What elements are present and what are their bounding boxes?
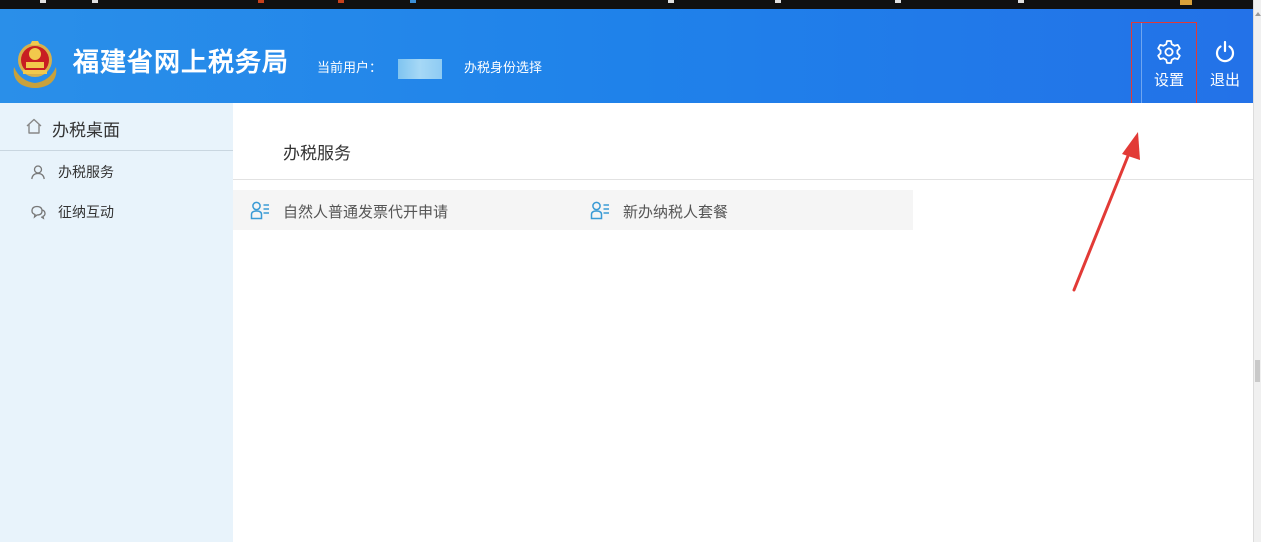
site-header: 福建省网上税务局 当前用户： 办税身份选择 设置 退出 <box>0 9 1253 124</box>
tax-emblem-icon <box>13 41 57 88</box>
logout-button[interactable]: 退出 <box>1197 35 1253 91</box>
section-title: 办税服务 <box>283 144 351 164</box>
vertical-scrollbar[interactable] <box>1253 0 1261 542</box>
main-content: 办税服务 自然人普通发票代开申请 新办纳税人套餐 <box>233 103 1253 542</box>
site-title: 福建省网上税务局 <box>73 48 290 78</box>
gear-icon <box>1157 40 1181 64</box>
sidebar-item-home[interactable]: 办税桌面 <box>0 103 233 151</box>
sidebar: 办税桌面 办税服务 征纳互动 <box>0 103 233 542</box>
top-strip-mark <box>668 0 674 3</box>
top-strip-mark <box>895 0 901 3</box>
scroll-up-icon[interactable] <box>1255 12 1261 16</box>
current-user-label: 当前用户： <box>317 61 383 76</box>
top-strip-mark <box>1018 0 1024 3</box>
top-strip-mark <box>338 0 344 3</box>
sidebar-item-label: 办税桌面 <box>52 121 120 141</box>
user-list-icon <box>250 201 269 220</box>
sidebar-item-tax-service[interactable]: 办税服务 <box>0 156 233 190</box>
identity-select-link[interactable]: 办税身份选择 <box>464 57 542 76</box>
logout-label: 退出 <box>1209 71 1240 89</box>
user-icon <box>31 165 45 180</box>
service-item-new-taxpayer-package[interactable]: 新办纳税人套餐 <box>590 190 890 230</box>
chat-icon <box>31 205 46 220</box>
service-item-label: 自然人普通发票代开申请 <box>283 203 449 221</box>
section-divider <box>233 179 1253 180</box>
settings-label: 设置 <box>1153 71 1184 89</box>
power-icon <box>1215 40 1235 63</box>
top-strip-mark <box>775 0 781 3</box>
sidebar-item-interaction[interactable]: 征纳互动 <box>0 196 233 230</box>
top-strip-mark <box>92 0 98 3</box>
service-item-invoice-application[interactable]: 自然人普通发票代开申请 <box>250 190 570 230</box>
sidebar-item-label: 征纳互动 <box>58 205 114 221</box>
top-strip-mark <box>258 0 264 3</box>
home-icon <box>26 118 42 134</box>
service-list: 自然人普通发票代开申请 新办纳税人套餐 <box>233 190 913 230</box>
top-strip-mark <box>410 0 416 3</box>
settings-button[interactable]: 设置 <box>1141 35 1197 91</box>
service-item-label: 新办纳税人套餐 <box>623 203 729 221</box>
sidebar-item-label: 办税服务 <box>58 165 114 181</box>
top-strip-mark <box>1180 0 1192 5</box>
scrollbar-thumb[interactable] <box>1255 360 1260 382</box>
browser-top-strip <box>0 0 1261 9</box>
current-user-name-redacted <box>398 59 442 79</box>
user-list-icon <box>590 201 609 220</box>
top-strip-mark <box>40 0 46 3</box>
